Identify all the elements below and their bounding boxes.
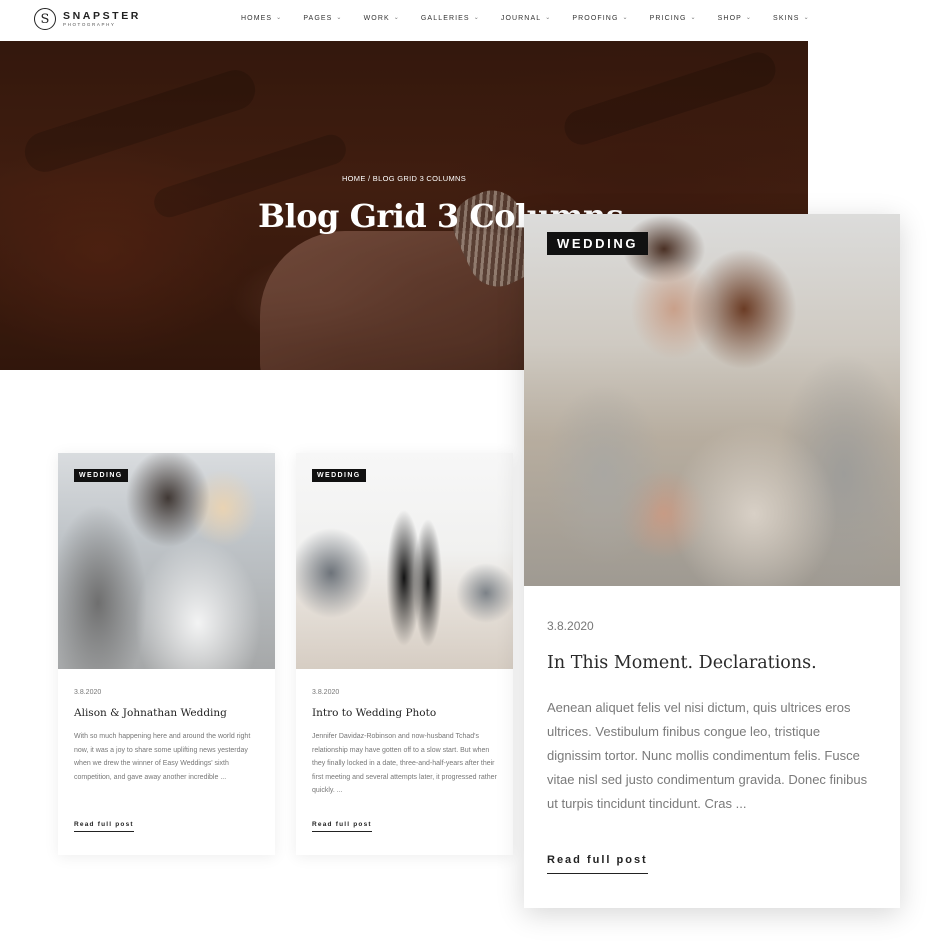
- post-image[interactable]: [58, 453, 275, 669]
- chevron-down-icon: ⌄: [622, 15, 629, 21]
- category-badge[interactable]: WEDDING: [312, 469, 366, 482]
- breadcrumb[interactable]: HOME / BLOG GRID 3 COLUMNS: [0, 174, 808, 183]
- post-photo: [296, 453, 513, 669]
- nav-label: PROOFING: [572, 15, 619, 22]
- brand-tagline: PHOTOGRAPHY: [63, 22, 116, 27]
- category-badge[interactable]: WEDDING: [547, 232, 649, 255]
- post-title[interactable]: Intro to Wedding Photo: [312, 707, 436, 719]
- logo-text: SNAPSTER PHOTOGRAPHY: [63, 9, 141, 28]
- nav-item-work[interactable]: WORK ⌄: [364, 15, 400, 22]
- chevron-down-icon: ⌄: [803, 15, 808, 21]
- post-image[interactable]: [524, 214, 900, 586]
- nav-label: JOURNAL: [500, 15, 542, 22]
- post-excerpt: With so much happening here and around t…: [74, 733, 251, 781]
- main-nav: HOMES ⌄ PAGES ⌄ WORK ⌄ GALLERIES ⌄ JOURNAL ⌄ …: [241, 15, 808, 22]
- nav-label: SKINS: [773, 15, 800, 22]
- logo-mark-icon: S: [34, 8, 56, 30]
- chevron-down-icon: ⌄: [545, 15, 552, 21]
- nav-item-proofing[interactable]: PROOFING ⌄: [572, 15, 628, 22]
- blog-card: WEDDING 3.8.2020 Intro to Wedding Photo …: [296, 453, 513, 855]
- chevron-down-icon: ⌄: [336, 15, 343, 21]
- nav-label: PAGES: [303, 15, 333, 22]
- chevron-down-icon: ⌄: [690, 15, 697, 21]
- post-photo: [524, 214, 900, 586]
- post-excerpt: Jennifer Davidaz-Robinson and now-husban…: [312, 733, 497, 795]
- nav-label: WORK: [363, 15, 390, 22]
- nav-label: SHOP: [717, 15, 742, 22]
- read-full-post-link[interactable]: Read full post: [74, 821, 134, 832]
- nav-item-shop[interactable]: SHOP ⌄: [718, 15, 752, 22]
- featured-blog-card: WEDDING 3.8.2020 In This Moment. Declara…: [524, 214, 900, 908]
- post-date: 3.8.2020: [312, 689, 340, 696]
- nav-item-skins[interactable]: SKINS ⌄: [773, 15, 808, 22]
- brand-name: SNAPSTER: [63, 9, 141, 22]
- read-full-post-link[interactable]: Read full post: [312, 821, 372, 832]
- nav-item-homes[interactable]: HOMES ⌄: [241, 15, 282, 22]
- blog-card: WEDDING 3.8.2020 Alison & Johnathan Wedd…: [58, 453, 275, 855]
- logo[interactable]: S SNAPSTER PHOTOGRAPHY: [34, 8, 141, 30]
- chevron-down-icon: ⌄: [745, 15, 753, 21]
- post-title[interactable]: Alison & Johnathan Wedding: [74, 707, 227, 719]
- post-excerpt: Aenean aliquet felis vel nisi dictum, qu…: [547, 700, 868, 811]
- chevron-down-icon: ⌄: [473, 15, 480, 21]
- category-badge[interactable]: WEDDING: [74, 469, 128, 482]
- nav-item-pages[interactable]: PAGES ⌄: [303, 15, 342, 22]
- nav-item-journal[interactable]: JOURNAL ⌄: [501, 15, 552, 22]
- post-photo: [58, 453, 275, 669]
- chevron-down-icon: ⌄: [276, 15, 283, 21]
- nav-label: GALLERIES: [420, 15, 470, 22]
- nav-label: PRICING: [649, 15, 687, 22]
- nav-item-pricing[interactable]: PRICING ⌄: [650, 15, 697, 22]
- chevron-down-icon: ⌄: [393, 15, 400, 21]
- nav-label: HOMES: [241, 15, 273, 22]
- post-date: 3.8.2020: [547, 619, 594, 633]
- post-title[interactable]: In This Moment. Declarations.: [547, 653, 817, 673]
- read-full-post-link[interactable]: Read full post: [547, 854, 648, 874]
- post-date: 3.8.2020: [74, 689, 102, 696]
- post-image[interactable]: [296, 453, 513, 669]
- header: S SNAPSTER PHOTOGRAPHY HOMES ⌄ PAGES ⌄ WOR…: [0, 0, 808, 41]
- nav-item-galleries[interactable]: GALLERIES ⌄: [421, 15, 480, 22]
